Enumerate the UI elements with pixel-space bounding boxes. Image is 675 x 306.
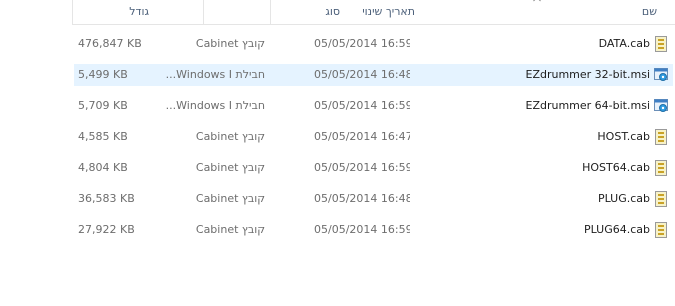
- file-date-modified: 05/05/2014 16:59: [314, 99, 410, 112]
- cabinet-file-icon: [655, 36, 667, 52]
- file-row[interactable]: 4,585 KB קובץ Cabinet 05/05/2014 16:47 HOST…: [74, 126, 673, 148]
- file-name[interactable]: EZdrummer 64-bit.msi: [424, 95, 651, 117]
- file-name[interactable]: EZdrummer 32-bit.msi: [424, 64, 651, 86]
- sort-ascending-icon: [533, 0, 541, 2]
- file-type: קובץ Cabinet: [195, 37, 265, 50]
- file-date-modified: 05/05/2014 16:47: [314, 130, 410, 143]
- file-type: חבילת Windows I...: [165, 99, 265, 112]
- file-date-modified: 05/05/2014 16:59: [314, 161, 410, 174]
- file-list-view: גודל סוג תאריך שינוי שם 476,847 KB קובץ C…: [0, 0, 675, 306]
- file-size: 4,804 KB: [78, 161, 128, 174]
- file-name[interactable]: DATA.cab: [424, 33, 650, 55]
- file-type: קובץ Cabinet: [195, 192, 265, 205]
- file-row[interactable]: 5,499 KB חבילת Windows I... 05/05/2014 16:…: [74, 64, 673, 86]
- file-size: 5,499 KB: [78, 68, 128, 81]
- file-name[interactable]: PLUG64.cab: [424, 219, 650, 241]
- file-row[interactable]: 27,922 KB קובץ Cabinet 05/05/2014 16:59 PLU…: [74, 219, 673, 241]
- file-type: חבילת Windows I...: [165, 68, 265, 81]
- column-header-date[interactable]: תאריך שינוי: [270, 0, 415, 24]
- cabinet-file-icon: [655, 129, 667, 145]
- column-header-size-label: גודל: [129, 5, 149, 18]
- msi-installer-icon: [654, 99, 668, 112]
- column-header-type[interactable]: סוג: [203, 0, 340, 24]
- file-size: 4,585 KB: [78, 130, 128, 143]
- file-row[interactable]: 36,583 KB קובץ Cabinet 05/05/2014 16:48 PLU…: [74, 188, 673, 210]
- file-date-modified: 05/05/2014 16:48: [314, 192, 410, 205]
- file-type: קובץ Cabinet: [195, 130, 265, 143]
- cabinet-file-icon: [655, 222, 667, 238]
- cabinet-file-icon: [655, 191, 667, 207]
- file-date-modified: 05/05/2014 16:59: [314, 223, 410, 236]
- file-size: 36,583 KB: [78, 192, 135, 205]
- file-date-modified: 05/05/2014 16:48: [314, 68, 410, 81]
- file-size: 476,847 KB: [78, 37, 142, 50]
- column-header-date-label: תאריך שינוי: [362, 5, 415, 18]
- cabinet-file-icon: [655, 160, 667, 176]
- column-header-name[interactable]: שם: [415, 0, 675, 24]
- file-row[interactable]: 4,804 KB קובץ Cabinet 05/05/2014 16:59 HOST…: [74, 157, 673, 179]
- column-header-name-label: שם: [641, 5, 657, 18]
- file-name[interactable]: HOST.cab: [424, 126, 650, 148]
- msi-installer-icon: [654, 68, 668, 81]
- file-row[interactable]: 5,709 KB חבילת Windows I... 05/05/2014 16:…: [74, 95, 673, 117]
- file-type: קובץ Cabinet: [195, 223, 265, 236]
- file-size: 5,709 KB: [78, 99, 128, 112]
- column-header-size[interactable]: גודל: [72, 0, 203, 24]
- file-name[interactable]: PLUG.cab: [424, 188, 650, 210]
- file-row[interactable]: 476,847 KB קובץ Cabinet 05/05/2014 16:59 DA…: [74, 33, 673, 55]
- file-type: קובץ Cabinet: [195, 161, 265, 174]
- column-header-bar: גודל סוג תאריך שינוי שם: [72, 0, 675, 25]
- file-date-modified: 05/05/2014 16:59: [314, 37, 410, 50]
- file-size: 27,922 KB: [78, 223, 135, 236]
- file-name[interactable]: HOST64.cab: [424, 157, 650, 179]
